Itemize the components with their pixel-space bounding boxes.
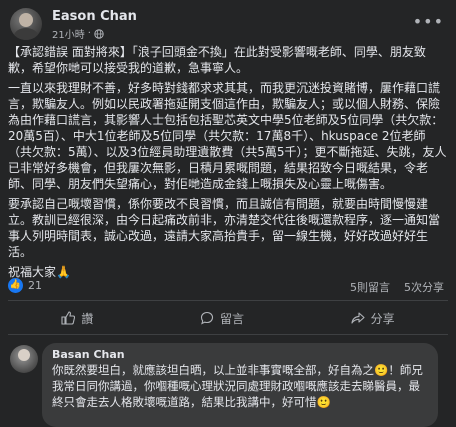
post-paragraph: 一直以來我理財不善，好多時對錢都求求其其，而我更沉迷投資賭博，屢作藉口謊言，欺騙… xyxy=(8,81,447,191)
post-header: Eason Chan 21小時 · ••• xyxy=(8,6,448,41)
divider xyxy=(8,300,448,301)
comment-button[interactable]: 留言 xyxy=(190,308,254,329)
post-actions: 讚 留言 分享 xyxy=(8,306,448,330)
comment-text: 你既然要坦白，就應該坦白晒，以上並非事實嘅全部，好自為之🙂！師兄我常日同你講過，… xyxy=(52,363,423,409)
comment-icon xyxy=(200,311,214,325)
divider xyxy=(8,334,448,335)
post-meta: 21小時 · xyxy=(52,26,104,41)
comment-count[interactable]: 5則留言 xyxy=(350,279,390,295)
share-icon xyxy=(351,312,365,324)
post-body: 【承認錯誤 面對將來】「浪子回頭金不換」在此對受影響嘅老師、同學、朋友致歉，希望… xyxy=(8,44,448,284)
like-button[interactable]: 讚 xyxy=(51,308,103,329)
author-avatar[interactable] xyxy=(10,8,42,40)
reaction-count[interactable]: 21 xyxy=(28,279,42,292)
commenter-name[interactable]: Basan Chan xyxy=(52,348,428,362)
post-paragraph: 要承認自己嘅壞習慣，係你要改不良習慣，而且誠信有問題，就要由時間慢慢建立。教訓已… xyxy=(8,197,441,259)
globe-icon xyxy=(94,28,104,39)
comment-item: Basan Chan 你既然要坦白，就應該坦白晒，以上並非事實嘅全部，好自為之🙂… xyxy=(8,343,448,427)
author-name[interactable]: Eason Chan xyxy=(52,9,137,24)
post-stats: 👍 21 5則留言 5次分享 xyxy=(8,278,448,294)
stats-right: 5則留言 5次分享 xyxy=(350,279,444,295)
share-button[interactable]: 分享 xyxy=(341,308,405,329)
comment-label: 留言 xyxy=(219,311,244,326)
comment-bubble: Basan Chan 你既然要坦白，就應該坦白晒，以上並非事實嘅全部，好自為之🙂… xyxy=(42,343,438,427)
post-paragraph: 【承認錯誤 面對將來】「浪子回頭金不換」在此對受影響嘅老師、同學、朋友致歉，希望… xyxy=(8,45,426,75)
share-label: 分享 xyxy=(370,311,395,326)
post-time[interactable]: 21小時 xyxy=(52,26,85,41)
more-options-icon[interactable]: ••• xyxy=(413,12,444,31)
separator-dot: · xyxy=(87,28,91,39)
facebook-post: Eason Chan 21小時 · ••• 【承認錯誤 面對將來】「浪子回頭金不… xyxy=(0,0,456,427)
like-label: 讚 xyxy=(81,311,94,326)
thumbs-up-icon xyxy=(61,311,76,325)
share-count[interactable]: 5次分享 xyxy=(404,279,444,295)
like-reaction-icon[interactable]: 👍 xyxy=(8,278,23,293)
commenter-avatar[interactable] xyxy=(10,345,38,373)
